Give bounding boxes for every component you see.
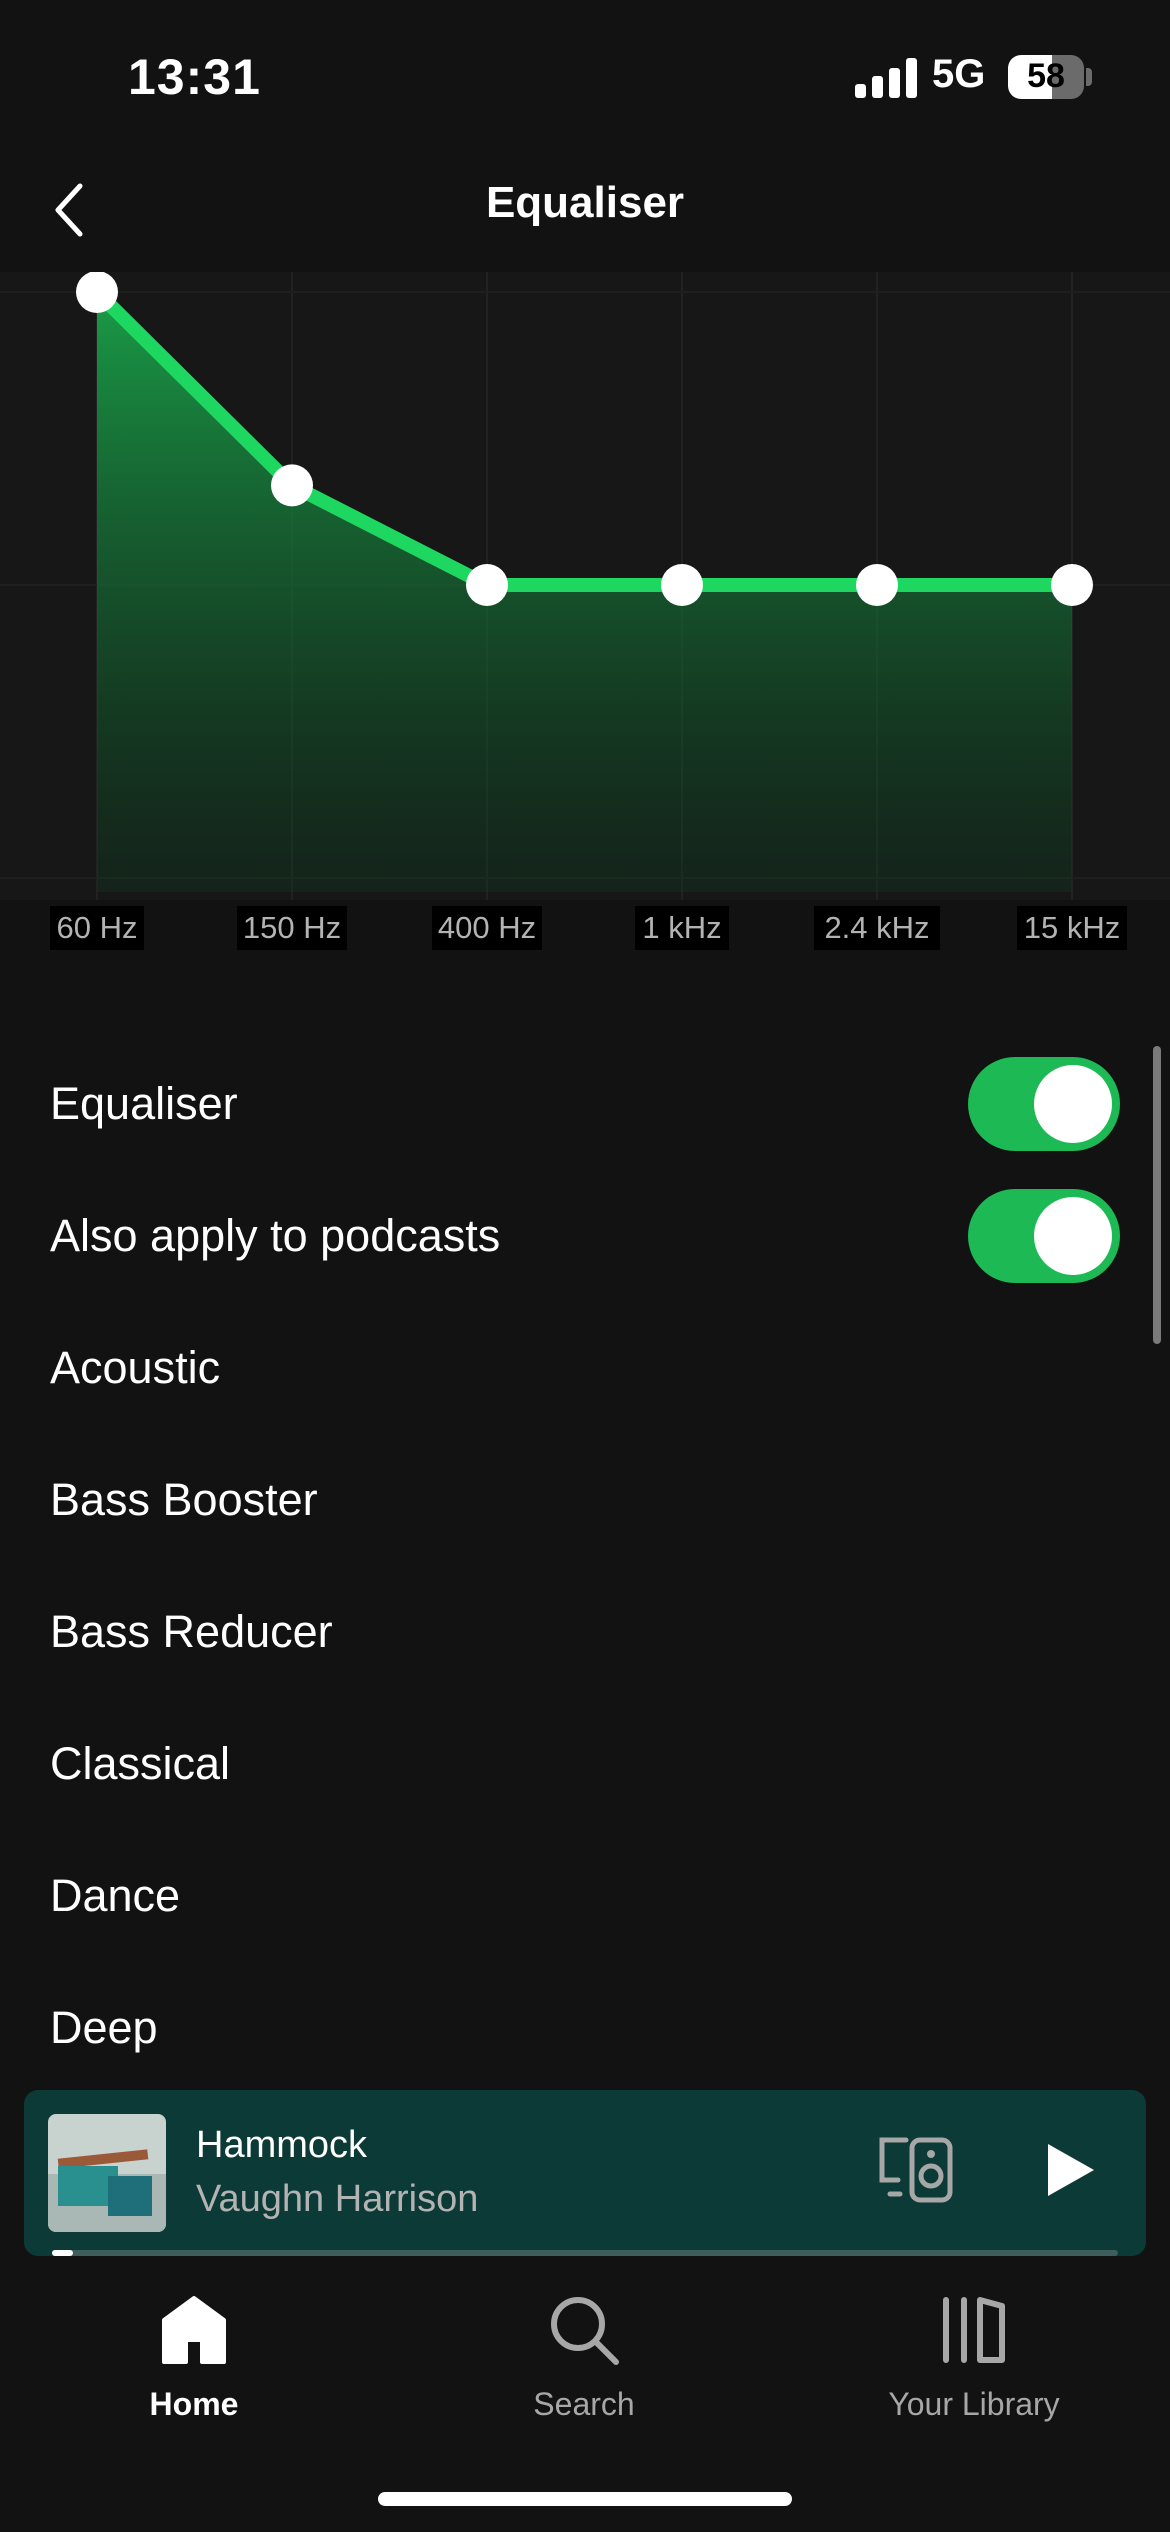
podcasts-toggle[interactable] [968,1189,1120,1283]
eq-band-label-2: 150 Hz [237,906,347,950]
equaliser-toggle[interactable] [968,1057,1120,1151]
preset-item-classical[interactable]: Classical [0,1698,1170,1830]
preset-item-dance[interactable]: Dance [0,1830,1170,1962]
nav-library[interactable]: Your Library [824,2290,1124,2440]
battery-level: 58 [1027,57,1065,95]
play-button[interactable] [1028,2130,1108,2210]
svg-text:2.4 kHz: 2.4 kHz [824,910,929,945]
track-artist: Vaughn Harrison [196,2178,479,2220]
eq-band-handle-2[interactable] [271,464,313,507]
battery-nub [1086,68,1092,86]
equaliser-label: Equaliser [50,1078,238,1129]
preset-item-acoustic[interactable]: Acoustic [0,1302,1170,1434]
podcasts-label: Also apply to podcasts [50,1210,501,1261]
play-icon [1048,2144,1094,2196]
page-title: Equaliser [485,178,685,227]
svg-text:15 kHz: 15 kHz [1024,910,1120,945]
preset-item-deep[interactable]: Deep [0,1962,1170,2094]
eq-band-handle-1[interactable] [76,272,118,313]
mini-player[interactable]: Hammock Vaughn Harrison [24,2090,1146,2256]
status-time: 13:31 [128,49,261,105]
playback-progress-fill [52,2250,74,2256]
svg-text:1 kHz: 1 kHz [642,910,721,945]
svg-text:60 Hz: 60 Hz [57,910,138,945]
connect-devices-button[interactable] [876,2134,956,2206]
eq-band-label-3: 400 Hz [432,906,542,950]
scrollbar[interactable] [1153,1046,1161,1344]
equaliser-toggle-row[interactable]: Equaliser [0,1038,1170,1170]
eq-band-handle-4[interactable] [661,564,703,606]
nav-search[interactable]: Search [434,2290,734,2440]
battery-icon: 58 [1008,55,1084,99]
svg-text:400 Hz: 400 Hz [438,910,536,945]
home-icon [162,2296,226,2364]
eq-band-label-5: 2.4 kHz [814,906,940,950]
nav-library-label: Your Library [888,2386,1060,2422]
toggle-knob [1034,1197,1112,1275]
preset-label: Dance [50,1870,181,1921]
album-art [48,2114,166,2232]
eq-band-handle-5[interactable] [856,564,898,606]
preset-item-bass-booster[interactable]: Bass Booster [0,1434,1170,1566]
preset-label: Acoustic [50,1342,221,1393]
playback-progress-bar[interactable] [52,2250,1118,2256]
nav-home[interactable]: Home [44,2290,344,2440]
eq-band-label-6: 15 kHz [1017,906,1127,950]
connect-devices-icon [879,2137,953,2203]
cellular-signal-icon [855,58,917,98]
network-type: 5G [932,52,986,96]
eq-band-handle-3[interactable] [466,564,508,606]
svg-text:150 Hz: 150 Hz [243,910,341,945]
preset-label: Bass Booster [50,1474,318,1525]
eq-band-label-4: 1 kHz [635,906,729,950]
eq-band-label-1: 60 Hz [50,906,144,950]
eq-band-handle-6[interactable] [1051,564,1093,606]
preset-label: Classical [50,1738,231,1789]
library-icon [943,2297,1005,2363]
nav-search-label: Search [533,2386,635,2422]
preset-label: Bass Reducer [50,1606,333,1657]
preset-item-bass-reducer[interactable]: Bass Reducer [0,1566,1170,1698]
search-icon [551,2297,619,2365]
equalizer-chart[interactable]: 60 Hz 150 Hz 400 Hz 1 kHz 2.4 kHz 15 kHz [0,272,1170,972]
track-title: Hammock [196,2124,368,2166]
toggle-knob [1034,1065,1112,1143]
podcasts-toggle-row[interactable]: Also apply to podcasts [0,1170,1170,1302]
home-indicator [378,2492,792,2506]
nav-home-label: Home [149,2386,239,2422]
preset-label: Deep [50,2002,158,2053]
